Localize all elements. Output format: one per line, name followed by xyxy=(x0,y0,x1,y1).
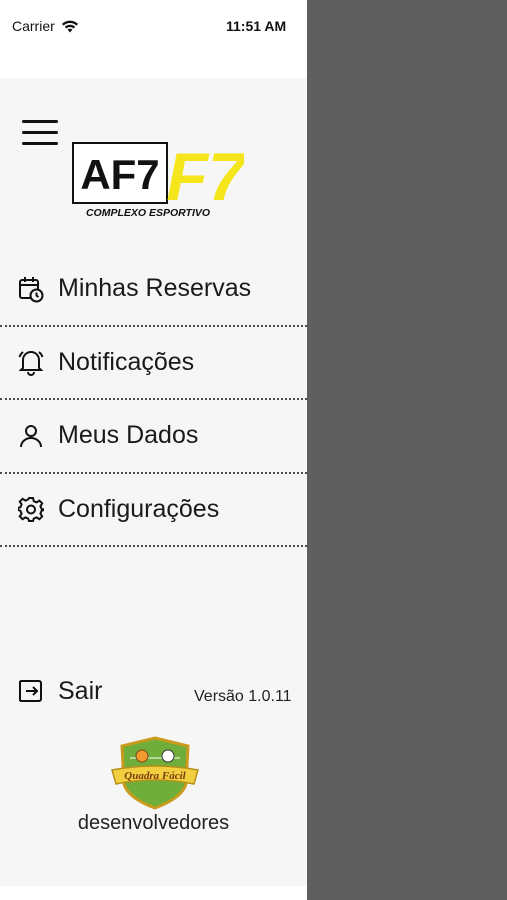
logout-label: Sair xyxy=(58,676,103,705)
menu-item-minhas-reservas[interactable]: Minhas Reservas xyxy=(0,253,307,327)
logo-subtitle: COMPLEXO ESPORTIVO xyxy=(86,207,210,219)
logout-button[interactable]: Sair xyxy=(16,676,102,706)
wifi-icon xyxy=(61,20,78,32)
menu-item-label: Notificações xyxy=(58,347,195,376)
logo-accent-text: F7 xyxy=(166,142,244,215)
clock: 11:51 AM xyxy=(226,18,287,34)
hamburger-line xyxy=(22,120,58,123)
hamburger-line xyxy=(22,142,58,145)
status-bar: Carrier 11:51 AM xyxy=(0,0,307,78)
bell-icon xyxy=(16,347,46,377)
backdrop-overlay[interactable] xyxy=(307,0,507,900)
logo-main-text: AF7 xyxy=(80,151,159,198)
menu-item-label: Minhas Reservas xyxy=(58,274,252,303)
developer-label: desenvolvedores xyxy=(77,812,230,834)
developer-logo[interactable]: Quadra Fácil xyxy=(110,736,200,810)
hamburger-line xyxy=(22,131,58,134)
user-icon xyxy=(16,421,46,451)
app-version: Versão 1.0.11 xyxy=(194,688,292,705)
logout-icon xyxy=(16,676,46,706)
calendar-clock-icon xyxy=(16,274,46,304)
developer-badge-text: Quadra Fácil xyxy=(124,770,186,782)
carrier-label: Carrier xyxy=(12,18,55,34)
menu-item-meus-dados[interactable]: Meus Dados xyxy=(0,400,307,474)
carrier-info: Carrier xyxy=(12,18,79,34)
side-drawer: Carrier 11:51 AM AF7 F7 COMPLEXO ESPORTI… xyxy=(0,0,307,900)
menu-item-label: Meus Dados xyxy=(58,421,199,450)
menu-toggle-button[interactable] xyxy=(22,120,58,146)
menu-item-label: Configurações xyxy=(58,494,220,523)
menu-item-configuracoes[interactable]: Configurações xyxy=(0,474,307,547)
gear-icon xyxy=(16,494,46,524)
home-indicator-area xyxy=(0,886,307,900)
menu-item-notificacoes[interactable]: Notificações xyxy=(0,327,307,400)
drawer-menu: Minhas Reservas Notificações Meus Dados xyxy=(0,253,307,547)
brand-logo: AF7 F7 COMPLEXO ESPORTIVO xyxy=(72,142,244,219)
